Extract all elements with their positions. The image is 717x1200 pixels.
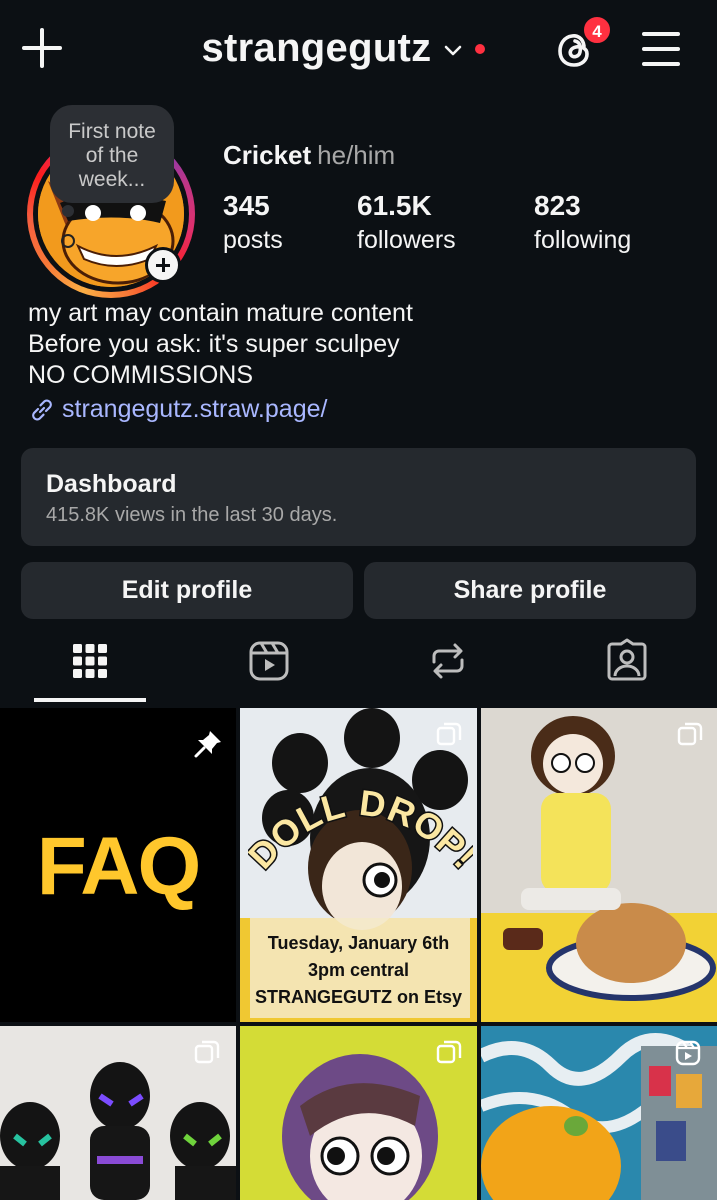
create-plus-icon[interactable] — [22, 28, 62, 68]
carousel-icon — [194, 1040, 220, 1064]
note-bubble[interactable]: First note of the week... — [50, 105, 174, 203]
bio-line: my art may contain mature content — [28, 299, 413, 327]
carousel-icon — [436, 722, 462, 746]
profile-link-text: strangegutz.straw.page/ — [62, 395, 328, 423]
carousel-icon — [436, 1040, 462, 1064]
reposts-icon[interactable] — [425, 638, 471, 684]
stat-posts[interactable]: 345 posts — [223, 190, 283, 258]
tagged-icon[interactable] — [604, 638, 650, 684]
pin-icon — [194, 731, 221, 758]
note-text-line: of the — [85, 144, 139, 167]
stat-value: 823 — [534, 190, 581, 221]
note-text-line: week... — [78, 168, 146, 191]
username-switcher-button[interactable]: strangegutz — [202, 26, 486, 71]
bio-line: NO COMMISSIONS — [28, 361, 254, 389]
chevron-down-icon — [445, 45, 462, 55]
stat-label: followers — [357, 226, 456, 254]
edit-profile-button[interactable]: Edit profile — [21, 562, 353, 619]
note-text-line: First note — [68, 120, 156, 143]
profile-name-row: Cricket he/him — [223, 140, 395, 171]
doll-drop-time: 3pm central — [307, 960, 410, 980]
stat-value: 61.5K — [357, 190, 432, 221]
dashboard-subtitle: 415.8K views in the last 30 days. — [46, 504, 338, 526]
grid-post-doll-bread[interactable] — [481, 708, 717, 1022]
profile-name: Cricket — [223, 140, 312, 170]
stat-following[interactable]: 823 following — [534, 190, 631, 258]
doll-drop-banner-text: DOLL DROP! — [248, 780, 473, 878]
grid-post-alien-figures[interactable] — [0, 1026, 236, 1200]
professional-dashboard[interactable]: Dashboard 415.8K views in the last 30 da… — [21, 448, 696, 546]
grid-post-faq[interactable]: FAQ — [0, 708, 236, 1022]
profile-pronouns: he/him — [317, 140, 396, 170]
bio-line: Before you ask: it's super sculpey — [28, 330, 400, 358]
menu-icon[interactable] — [642, 32, 680, 66]
grid-icon[interactable] — [67, 638, 113, 684]
grid-post-reel[interactable] — [481, 1026, 717, 1200]
stat-value: 345 — [223, 190, 270, 221]
grid-post-purple-doll[interactable] — [240, 1026, 477, 1200]
profile-link[interactable]: strangegutz.straw.page/ — [28, 395, 327, 424]
unread-dot — [475, 43, 486, 54]
doll-drop-date: Tuesday, January 6th — [267, 933, 450, 953]
grid-post-doll-drop[interactable]: DOLL DROP! Tuesday, January 6th 3pm cent… — [240, 708, 477, 1022]
active-tab-indicator — [34, 698, 146, 702]
link-icon — [32, 399, 52, 420]
dashboard-title: Dashboard — [46, 470, 177, 498]
doll-drop-shop: STRANGEGUTZ on Etsy — [254, 987, 462, 1007]
svg-text:DOLL DROP!: DOLL DROP! — [248, 782, 473, 877]
share-profile-button[interactable]: Share profile — [364, 562, 696, 619]
add-story-plus-icon[interactable] — [145, 247, 181, 283]
reels-icon[interactable] — [246, 638, 292, 684]
reel-icon — [675, 1040, 701, 1066]
doll-drop-banner: DOLL DROP! — [248, 780, 473, 878]
stat-followers[interactable]: 61.5K followers — [357, 190, 456, 258]
stat-label: posts — [223, 226, 283, 254]
doll-bread-photo — [481, 708, 717, 1022]
stat-label: following — [534, 226, 632, 254]
faq-text: FAQ — [36, 821, 202, 912]
header-username: strangegutz — [201, 26, 432, 70]
carousel-icon — [677, 722, 703, 746]
profile-bio: my art may contain mature content Before… — [28, 298, 413, 391]
note-bubble-tail — [62, 205, 74, 217]
threads-notification-badge: 4 — [582, 15, 612, 45]
